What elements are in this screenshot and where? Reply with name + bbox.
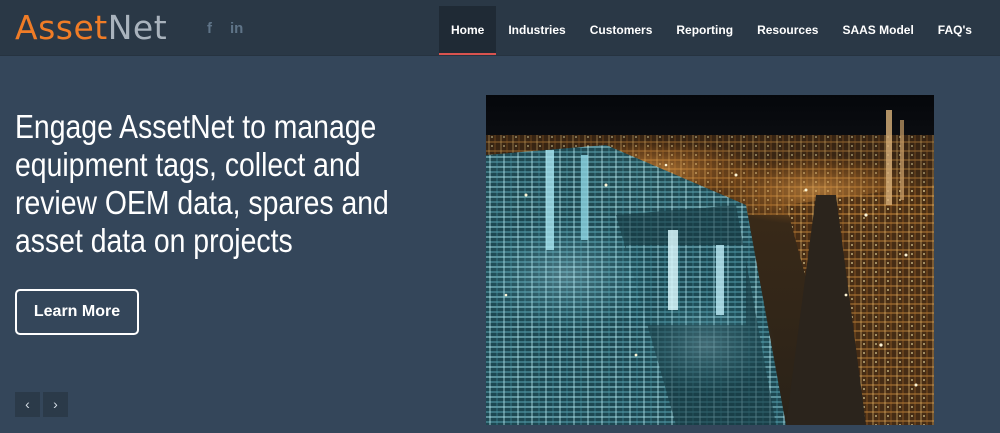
- main-nav: Home Industries Customers Reporting Reso…: [439, 6, 984, 55]
- logo-text-net: Net: [107, 8, 168, 47]
- nav-item-saas-model[interactable]: SAAS Model: [830, 6, 925, 55]
- nav-item-customers[interactable]: Customers: [578, 6, 665, 55]
- learn-more-button[interactable]: Learn More: [15, 289, 139, 335]
- slider-next-button[interactable]: ›: [43, 392, 68, 417]
- assetnet-logo[interactable]: AssetNet: [15, 8, 167, 48]
- nav-item-resources[interactable]: Resources: [745, 6, 830, 55]
- hero-headline: Engage AssetNet to manage equipment tags…: [15, 108, 389, 259]
- nav-item-industries[interactable]: Industries: [496, 6, 577, 55]
- linkedin-icon[interactable]: in: [230, 20, 243, 37]
- logo-text-asset: Asset: [15, 8, 108, 47]
- slider-prev-button[interactable]: ‹: [15, 392, 40, 417]
- facebook-icon[interactable]: f: [207, 20, 212, 37]
- nav-item-reporting[interactable]: Reporting: [664, 6, 745, 55]
- nav-item-home[interactable]: Home: [439, 6, 497, 55]
- top-navbar: AssetNet f in Home Industries Customers …: [0, 0, 1000, 56]
- industrial-plant-photo: [486, 95, 934, 425]
- nav-item-faqs[interactable]: FAQ's: [926, 6, 984, 55]
